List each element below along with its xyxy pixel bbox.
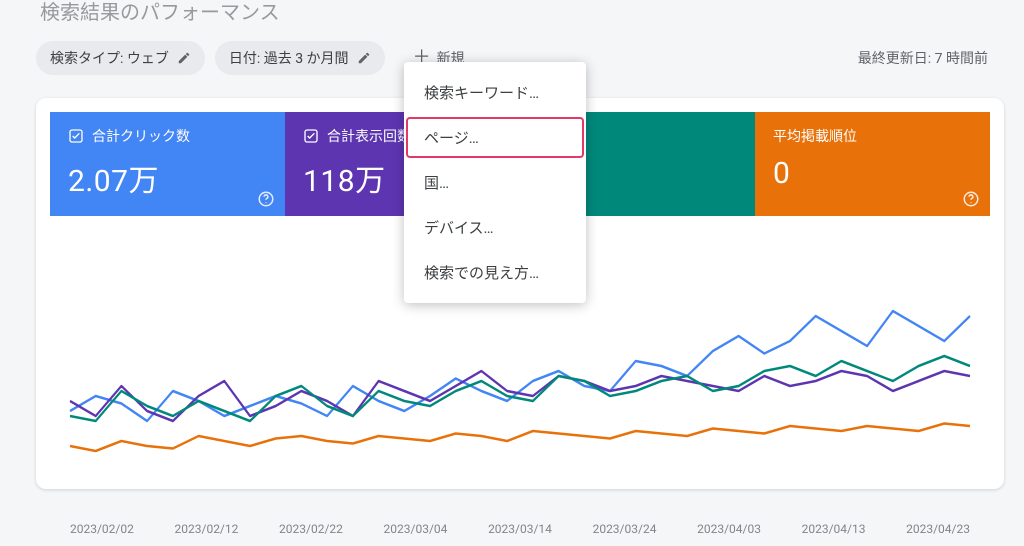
pencil-icon (357, 51, 371, 65)
x-tick-label: 2023/02/22 (279, 522, 343, 536)
filter-dimension-menu: 検索キーワード… ページ… 国… デバイス… 検索での見え方… (404, 62, 586, 303)
date-range-chip[interactable]: 日付: 過去 3 か月間 (215, 41, 385, 75)
x-tick-label: 2023/03/14 (488, 522, 552, 536)
x-tick-label: 2023/02/12 (175, 522, 239, 536)
menu-item-query[interactable]: 検索キーワード… (404, 70, 586, 115)
date-range-label: 日付: 過去 3 か月間 (229, 48, 349, 68)
x-axis-labels: 2023/02/02 2023/02/12 2023/02/22 2023/03/04… (50, 516, 990, 546)
x-tick-label: 2023/03/04 (384, 522, 448, 536)
series-impressions (70, 371, 970, 421)
checkbox-checked-icon (303, 128, 319, 144)
last-updated: 最終更新日: 7 時間前 (858, 48, 988, 68)
metric-label: 合計表示回数 (327, 126, 411, 146)
menu-item-page[interactable]: ページ… (404, 115, 586, 160)
x-tick-label: 2023/04/23 (906, 522, 970, 536)
series-ctr (70, 356, 970, 421)
menu-item-country[interactable]: 国… (404, 160, 586, 205)
pencil-icon (177, 51, 191, 65)
search-type-label: 検索タイプ: ウェブ (50, 48, 169, 68)
metric-value: 0 (773, 156, 972, 191)
metric-label: 平均掲載順位 (773, 126, 857, 146)
metric-clicks[interactable]: 合計クリック数 2.07万 (50, 112, 285, 216)
x-tick-label: 2023/04/13 (802, 522, 866, 536)
x-tick-label: 2023/04/03 (697, 522, 761, 536)
menu-item-device[interactable]: デバイス… (404, 205, 586, 250)
help-icon[interactable] (257, 190, 275, 208)
metric-position[interactable]: 平均掲載順位 0 (755, 112, 990, 216)
x-tick-label: 2023/03/24 (593, 522, 657, 536)
search-type-chip[interactable]: 検索タイプ: ウェブ (36, 41, 205, 75)
page-title: 検索結果のパフォーマンス (40, 0, 280, 25)
menu-item-appearance[interactable]: 検索での見え方… (404, 250, 586, 295)
metric-label: 合計クリック数 (92, 126, 190, 146)
metric-value: 2.07万 (68, 156, 267, 200)
help-icon[interactable] (962, 190, 980, 208)
x-tick-label: 2023/02/02 (70, 522, 134, 536)
checkbox-checked-icon (68, 128, 84, 144)
series-position (70, 424, 970, 452)
